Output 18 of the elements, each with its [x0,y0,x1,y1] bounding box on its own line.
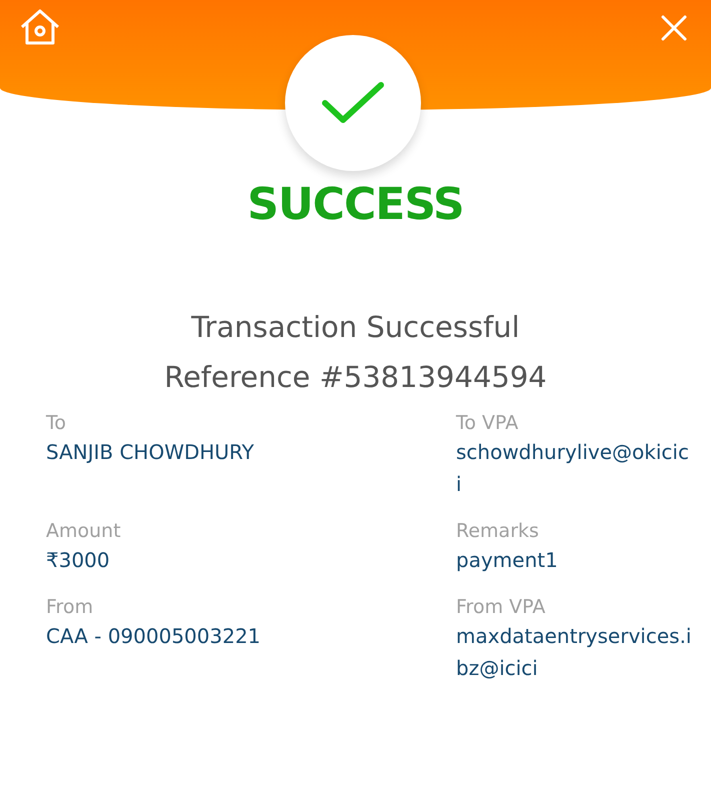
field-label: From VPA [456,595,546,620]
field-value: SANJIB CHOWDHURY [46,439,256,466]
field-value: CAA - 090005003221 [46,623,262,650]
field-label: To [46,411,68,436]
field-value: payment1 [456,547,559,574]
field-label: Remarks [456,519,540,544]
field-label: To VPA [456,411,520,436]
home-icon[interactable] [19,8,61,46]
field-value: maxdataentryservices.ibz@icici [456,623,692,682]
field-value: ₹3000 [46,547,111,574]
transaction-message: Transaction Successful [191,309,520,346]
field-value: schowdhurylive@okicici [456,439,690,498]
status-title: SUCCESS [247,178,464,232]
check-icon [321,81,385,125]
close-icon[interactable] [661,15,687,41]
reference-number: Reference #53813944594 [164,359,547,396]
field-label: From [46,595,94,620]
field-label: Amount [46,519,122,544]
